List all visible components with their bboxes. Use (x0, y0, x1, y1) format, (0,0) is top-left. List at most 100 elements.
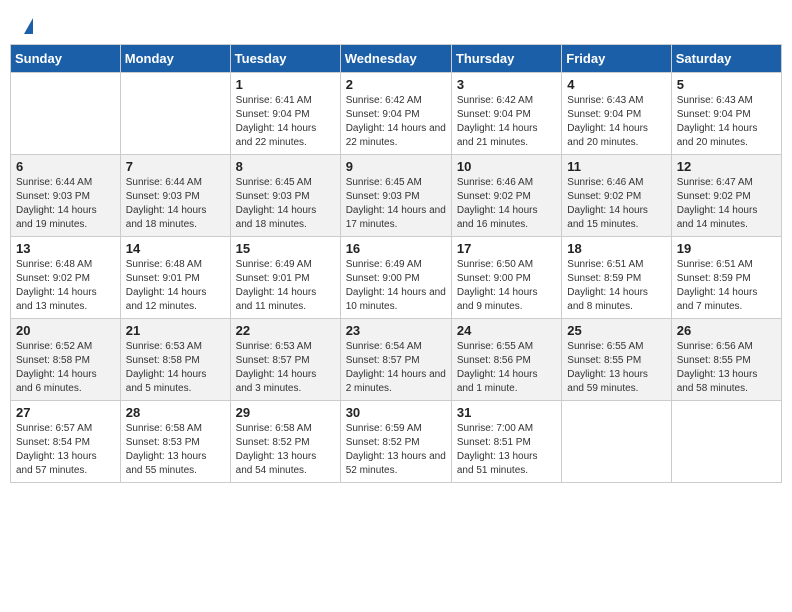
calendar-day-cell: 7 Sunrise: 6:44 AM Sunset: 9:03 PM Daylig… (120, 155, 230, 237)
day-info: Sunrise: 6:48 AM Sunset: 9:02 PM Dayligh… (16, 258, 115, 314)
day-number: 18 (567, 241, 665, 256)
day-info: Sunrise: 6:50 AM Sunset: 9:00 PM Dayligh… (457, 258, 556, 314)
day-of-week-header: Friday (562, 45, 671, 73)
calendar-day-cell: 10 Sunrise: 6:46 AM Sunset: 9:02 PM Dayli… (451, 155, 561, 237)
calendar-day-cell: 20 Sunrise: 6:52 AM Sunset: 8:58 PM Dayli… (11, 319, 121, 401)
calendar-day-cell: 29 Sunrise: 6:58 AM Sunset: 8:52 PM Dayli… (230, 401, 340, 483)
calendar-day-cell: 28 Sunrise: 6:58 AM Sunset: 8:53 PM Dayli… (120, 401, 230, 483)
calendar-table: SundayMondayTuesdayWednesdayThursdayFrid… (10, 44, 782, 483)
day-number: 5 (677, 77, 776, 92)
day-number: 9 (346, 159, 446, 174)
calendar-day-cell: 5 Sunrise: 6:43 AM Sunset: 9:04 PM Daylig… (671, 73, 781, 155)
calendar-day-cell: 6 Sunrise: 6:44 AM Sunset: 9:03 PM Daylig… (11, 155, 121, 237)
calendar-day-cell: 9Sunrise: 6:45 AM Sunset: 9:03 PM Daylig… (340, 155, 451, 237)
calendar-day-cell (671, 401, 781, 483)
calendar-day-cell: 12Sunrise: 6:47 AM Sunset: 9:02 PM Dayli… (671, 155, 781, 237)
day-info: Sunrise: 6:53 AM Sunset: 8:57 PM Dayligh… (236, 340, 335, 396)
calendar-day-cell: 15 Sunrise: 6:49 AM Sunset: 9:01 PM Dayli… (230, 237, 340, 319)
day-of-week-header: Saturday (671, 45, 781, 73)
calendar-day-cell: 8 Sunrise: 6:45 AM Sunset: 9:03 PM Daylig… (230, 155, 340, 237)
day-number: 22 (236, 323, 335, 338)
day-info: Sunrise: 6:55 AM Sunset: 8:56 PM Dayligh… (457, 340, 556, 396)
day-number: 21 (126, 323, 225, 338)
calendar-week-row: 1Sunrise: 6:41 AM Sunset: 9:04 PM Daylig… (11, 73, 782, 155)
day-info: Sunrise: 6:43 AM Sunset: 9:04 PM Dayligh… (567, 94, 665, 150)
day-info: Sunrise: 6:59 AM Sunset: 8:52 PM Dayligh… (346, 422, 446, 478)
day-info: Sunrise: 6:49 AM Sunset: 9:00 PM Dayligh… (346, 258, 446, 314)
calendar-day-cell: 19 Sunrise: 6:51 AM Sunset: 8:59 PM Dayli… (671, 237, 781, 319)
calendar-day-cell: 1Sunrise: 6:41 AM Sunset: 9:04 PM Daylig… (230, 73, 340, 155)
day-number: 24 (457, 323, 556, 338)
day-number: 7 (126, 159, 225, 174)
calendar-week-row: 20 Sunrise: 6:52 AM Sunset: 8:58 PM Dayli… (11, 319, 782, 401)
day-number: 26 (677, 323, 776, 338)
calendar-day-cell: 13 Sunrise: 6:48 AM Sunset: 9:02 PM Dayli… (11, 237, 121, 319)
day-info: Sunrise: 6:44 AM Sunset: 9:03 PM Dayligh… (126, 176, 225, 232)
day-number: 3 (457, 77, 556, 92)
calendar-day-cell: 2Sunrise: 6:42 AM Sunset: 9:04 PM Daylig… (340, 73, 451, 155)
day-number: 19 (677, 241, 776, 256)
calendar-day-cell: 23Sunrise: 6:54 AM Sunset: 8:57 PM Dayli… (340, 319, 451, 401)
calendar-day-cell: 21Sunrise: 6:53 AM Sunset: 8:58 PM Dayli… (120, 319, 230, 401)
calendar-day-cell: 26 Sunrise: 6:56 AM Sunset: 8:55 PM Dayli… (671, 319, 781, 401)
day-info: Sunrise: 6:58 AM Sunset: 8:53 PM Dayligh… (126, 422, 225, 478)
day-info: Sunrise: 6:42 AM Sunset: 9:04 PM Dayligh… (457, 94, 556, 150)
day-number: 25 (567, 323, 665, 338)
day-number: 15 (236, 241, 335, 256)
day-info: Sunrise: 6:51 AM Sunset: 8:59 PM Dayligh… (677, 258, 776, 314)
day-number: 28 (126, 405, 225, 420)
day-of-week-header: Sunday (11, 45, 121, 73)
calendar-day-cell: 27 Sunrise: 6:57 AM Sunset: 8:54 PM Dayli… (11, 401, 121, 483)
day-number: 17 (457, 241, 556, 256)
day-number: 30 (346, 405, 446, 420)
day-info: Sunrise: 6:48 AM Sunset: 9:01 PM Dayligh… (126, 258, 225, 314)
day-info: Sunrise: 6:46 AM Sunset: 9:02 PM Dayligh… (457, 176, 556, 232)
calendar-week-row: 13 Sunrise: 6:48 AM Sunset: 9:02 PM Dayli… (11, 237, 782, 319)
calendar-day-cell (562, 401, 671, 483)
day-number: 6 (16, 159, 115, 174)
day-number: 1 (236, 77, 335, 92)
day-info: Sunrise: 6:52 AM Sunset: 8:58 PM Dayligh… (16, 340, 115, 396)
calendar-header-row: SundayMondayTuesdayWednesdayThursdayFrid… (11, 45, 782, 73)
day-number: 14 (126, 241, 225, 256)
day-info: Sunrise: 7:00 AM Sunset: 8:51 PM Dayligh… (457, 422, 556, 478)
day-of-week-header: Wednesday (340, 45, 451, 73)
day-info: Sunrise: 6:43 AM Sunset: 9:04 PM Dayligh… (677, 94, 776, 150)
day-info: Sunrise: 6:45 AM Sunset: 9:03 PM Dayligh… (236, 176, 335, 232)
calendar-day-cell: 4 Sunrise: 6:43 AM Sunset: 9:04 PM Daylig… (562, 73, 671, 155)
calendar-day-cell: 17 Sunrise: 6:50 AM Sunset: 9:00 PM Dayli… (451, 237, 561, 319)
day-info: Sunrise: 6:51 AM Sunset: 8:59 PM Dayligh… (567, 258, 665, 314)
calendar-day-cell: 25Sunrise: 6:55 AM Sunset: 8:55 PM Dayli… (562, 319, 671, 401)
day-info: Sunrise: 6:44 AM Sunset: 9:03 PM Dayligh… (16, 176, 115, 232)
day-number: 16 (346, 241, 446, 256)
calendar-day-cell (120, 73, 230, 155)
day-info: Sunrise: 6:46 AM Sunset: 9:02 PM Dayligh… (567, 176, 665, 232)
calendar-day-cell: 14 Sunrise: 6:48 AM Sunset: 9:01 PM Dayli… (120, 237, 230, 319)
calendar-day-cell: 31 Sunrise: 7:00 AM Sunset: 8:51 PM Dayli… (451, 401, 561, 483)
day-of-week-header: Thursday (451, 45, 561, 73)
day-number: 11 (567, 159, 665, 174)
day-number: 27 (16, 405, 115, 420)
calendar-day-cell: 16 Sunrise: 6:49 AM Sunset: 9:00 PM Dayli… (340, 237, 451, 319)
day-number: 8 (236, 159, 335, 174)
calendar-day-cell (11, 73, 121, 155)
day-of-week-header: Tuesday (230, 45, 340, 73)
calendar-day-cell: 18 Sunrise: 6:51 AM Sunset: 8:59 PM Dayli… (562, 237, 671, 319)
page-header (10, 10, 782, 38)
day-info: Sunrise: 6:42 AM Sunset: 9:04 PM Dayligh… (346, 94, 446, 150)
day-number: 10 (457, 159, 556, 174)
day-info: Sunrise: 6:49 AM Sunset: 9:01 PM Dayligh… (236, 258, 335, 314)
day-of-week-header: Monday (120, 45, 230, 73)
day-number: 20 (16, 323, 115, 338)
day-number: 4 (567, 77, 665, 92)
day-number: 29 (236, 405, 335, 420)
day-info: Sunrise: 6:54 AM Sunset: 8:57 PM Dayligh… (346, 340, 446, 396)
day-number: 13 (16, 241, 115, 256)
day-info: Sunrise: 6:56 AM Sunset: 8:55 PM Dayligh… (677, 340, 776, 396)
calendar-week-row: 6 Sunrise: 6:44 AM Sunset: 9:03 PM Daylig… (11, 155, 782, 237)
calendar-day-cell: 11 Sunrise: 6:46 AM Sunset: 9:02 PM Dayli… (562, 155, 671, 237)
day-info: Sunrise: 6:58 AM Sunset: 8:52 PM Dayligh… (236, 422, 335, 478)
calendar-week-row: 27 Sunrise: 6:57 AM Sunset: 8:54 PM Dayli… (11, 401, 782, 483)
day-info: Sunrise: 6:57 AM Sunset: 8:54 PM Dayligh… (16, 422, 115, 478)
day-number: 31 (457, 405, 556, 420)
